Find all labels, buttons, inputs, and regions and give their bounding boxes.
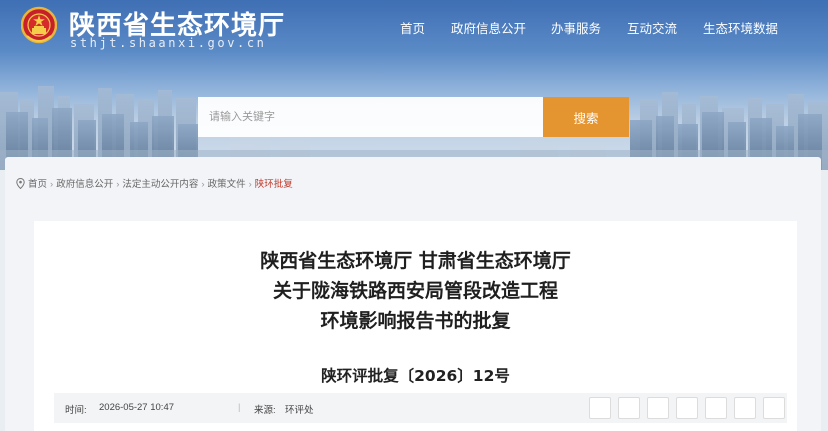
nav-item-home[interactable]: 首页 <box>400 18 425 37</box>
breadcrumb-separator: › <box>50 179 54 190</box>
font-size-button[interactable] <box>618 397 640 419</box>
header-banner: 陕西省生态环境厅 sthjt.shaanxi.gov.cn 首页 政府信息公开 … <box>0 0 828 170</box>
breadcrumb-policy-docs[interactable]: 政策文件 <box>208 179 246 190</box>
main-nav: 首页 政府信息公开 办事服务 互动交流 生态环境数据 <box>0 18 828 36</box>
breadcrumb-statutory-content[interactable]: 法定主动公开内容 <box>122 179 198 190</box>
article-meta-bar: 时间: 2026-05-27 10:47 | 来源: 环评处 <box>54 393 787 423</box>
publish-time: 2026-05-27 10:47 <box>99 402 175 413</box>
nav-item-services[interactable]: 办事服务 <box>551 18 601 37</box>
document-number: 陕环评批复〔2026〕12号 <box>321 367 510 385</box>
top-navigation-bar: 陕西省生态环境厅 sthjt.shaanxi.gov.cn 首页 政府信息公开 … <box>0 0 828 56</box>
meta-divider: | <box>238 402 241 413</box>
article-title-line-1: 陕西省生态环境厅 甘肃省生态环境厅 <box>260 250 571 272</box>
nav-item-gov-info[interactable]: 政府信息公开 <box>451 18 526 37</box>
share-button[interactable] <box>705 397 727 419</box>
search-input[interactable] <box>198 97 543 137</box>
content-panel: 首页 › 政府信息公开 › 法定主动公开内容 › 政策文件 › 陕环批复 陕西省生态环境厅 甘肃… <box>5 157 821 431</box>
search-button[interactable]: 搜索 <box>543 97 629 137</box>
print-button[interactable] <box>676 397 698 419</box>
breadcrumb-gov-info[interactable]: 政府信息公开 <box>56 179 113 190</box>
breadcrumb-separator: › <box>248 179 252 190</box>
location-pin-icon <box>16 178 25 189</box>
article-card: 陕西省生态环境厅 甘肃省生态环境厅 关于陇海铁路西安局管段改造工程 环境影响报告… <box>34 221 797 431</box>
site-domain: sthjt.shaanxi.gov.cn <box>70 36 267 50</box>
breadcrumb-home[interactable]: 首页 <box>28 179 47 190</box>
breadcrumb: 首页 › 政府信息公开 › 法定主动公开内容 › 政策文件 › 陕环批复 <box>16 176 293 190</box>
source-label: 来源: <box>254 405 276 416</box>
font-size-button[interactable] <box>647 397 669 419</box>
font-size-button[interactable] <box>589 397 611 419</box>
article-title-line-3: 环境影响报告书的批复 <box>320 310 511 332</box>
nav-item-interaction[interactable]: 互动交流 <box>627 18 677 37</box>
breadcrumb-current[interactable]: 陕环批复 <box>255 179 293 190</box>
share-button[interactable] <box>734 397 756 419</box>
breadcrumb-separator: › <box>201 179 205 190</box>
source-value: 环评处 <box>285 405 314 416</box>
article-title-line-2: 关于陇海铁路西安局管段改造工程 <box>272 280 558 302</box>
time-label: 时间: <box>65 405 87 416</box>
breadcrumb-separator: › <box>116 179 120 190</box>
nav-item-eco-data[interactable]: 生态环境数据 <box>703 18 778 37</box>
close-button[interactable] <box>763 397 785 419</box>
